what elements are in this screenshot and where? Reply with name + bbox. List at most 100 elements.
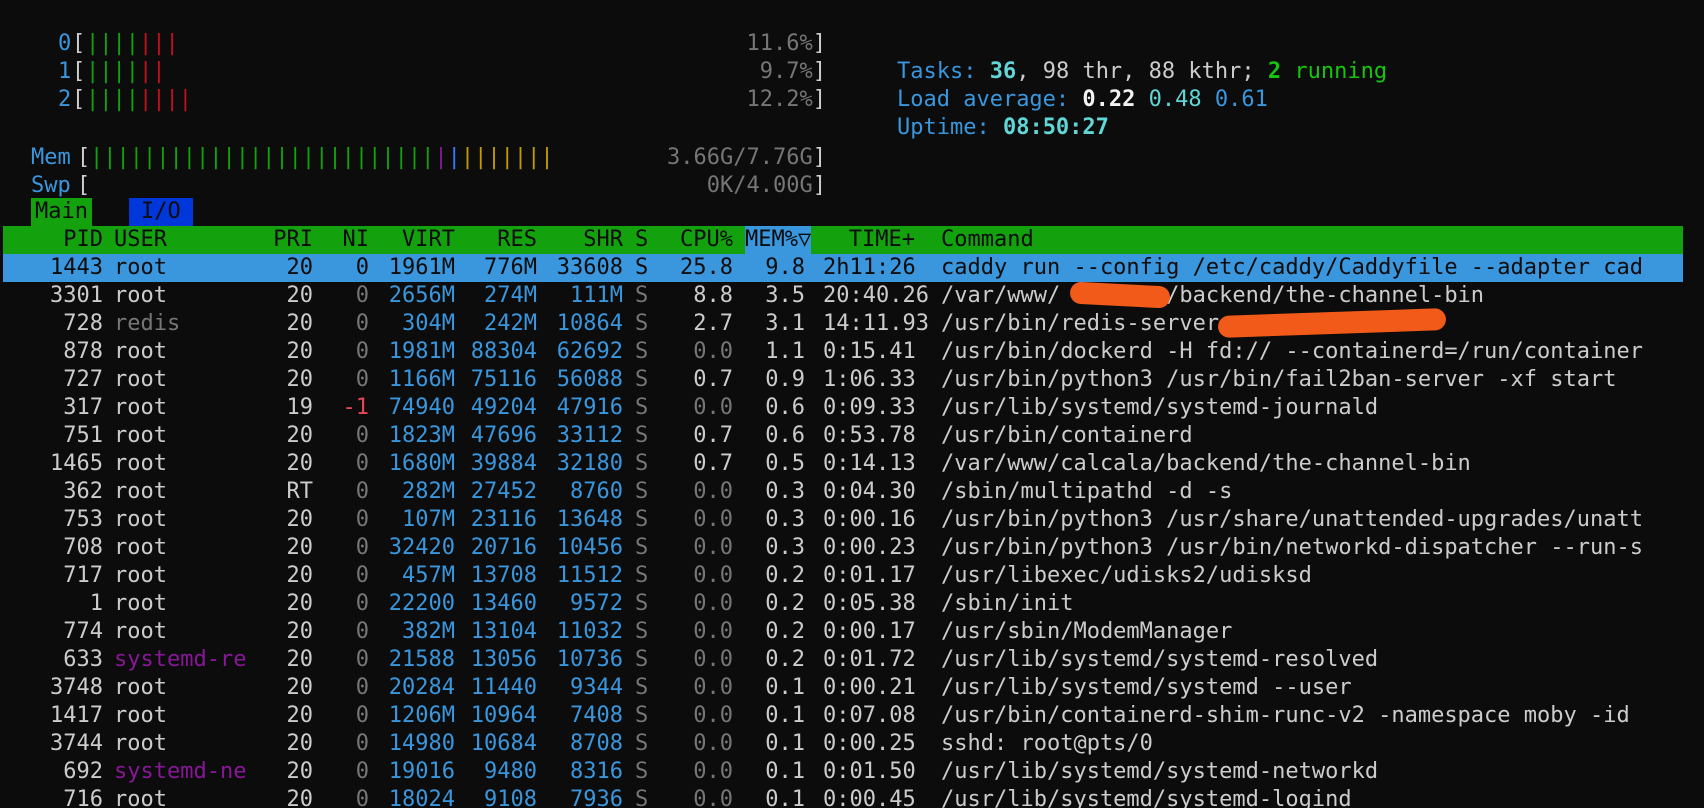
cell-virt: 14980 xyxy=(388,731,455,756)
cell-user: root xyxy=(114,535,167,560)
table-row[interactable]: 362 root RT 0 282M 27452 8760 S 0.0 0.3 0:04.30/sb… xyxy=(3,478,1683,506)
col-mem-sorted[interactable]: MEM%▽ xyxy=(745,226,812,254)
tab-main[interactable]: Main xyxy=(31,198,92,226)
table-row[interactable]: 1465 root 20 0 1680M 39884 32180 S 0.7 0.5 0:14.13… xyxy=(3,450,1683,478)
cell-state: S xyxy=(635,619,649,644)
table-row[interactable]: 3748 root 20 0 20284 11440 9344 S 0.0 0.1 0:00.21 /… xyxy=(3,674,1683,702)
col-pri[interactable]: PRI xyxy=(253,226,313,254)
cell-virt: 1166M xyxy=(388,367,455,392)
table-row[interactable]: 3301 root 20 0 2656M 274M 111M S 8.8 3.5 20:40.26 /… xyxy=(3,282,1683,310)
cell-state: S xyxy=(635,535,649,560)
col-time[interactable]: TIME+ xyxy=(823,226,915,254)
cell-cpu: 2.7 xyxy=(693,311,733,336)
table-row[interactable]: 728 redis 20 0 304M 242M 10864 S 2.7 3.1 14:11.93 /… xyxy=(3,310,1683,338)
cell-command: /usr/bin/python3 /usr/bin/networkd-dispa… xyxy=(941,535,1643,560)
cell-pid: 727 xyxy=(63,367,103,392)
cell-pri: 20 xyxy=(286,759,314,784)
cell-virt: 107M xyxy=(402,507,455,532)
table-row[interactable]: 716 root 20 0 18024 9108 7936 S 0.0 0.1 0:00.45/us… xyxy=(3,786,1683,808)
cell-pri: 20 xyxy=(286,563,314,588)
col-shr[interactable]: SHR xyxy=(545,226,623,254)
cell-mem: 0.6 xyxy=(765,423,805,448)
table-row[interactable]: 1417 root 20 0 1206M 10964 7408 S 0.0 0.1 0:07.08 /… xyxy=(3,702,1683,730)
col-ni[interactable]: NI xyxy=(323,226,370,254)
col-virt[interactable]: VIRT xyxy=(373,226,455,254)
cell-virt: 1981M xyxy=(388,339,455,364)
cell-cpu: 0.0 xyxy=(693,535,733,560)
cell-ni: 0 xyxy=(355,451,369,476)
cell-res: 88304 xyxy=(470,339,537,364)
cell-pri: 20 xyxy=(286,451,314,476)
cpu-label: 1 xyxy=(58,59,72,84)
cell-shr: 11032 xyxy=(556,619,623,644)
cell-state: S xyxy=(635,367,649,392)
cell-mem: 0.5 xyxy=(765,451,805,476)
cell-pri: 20 xyxy=(286,675,314,700)
cell-command: /usr/lib/systemd/systemd --user xyxy=(941,675,1352,700)
table-row[interactable]: 753 root 20 0 107M 23116 13648 S 0.0 0.3 0:00.16/u… xyxy=(3,506,1683,534)
table-row[interactable]: 633 systemd-re 20 0 21588 13056 10736 S 0.0 0.2 0:… xyxy=(3,646,1683,674)
cell-command: /usr/bin/containerd-shim-runc-v2 -namesp… xyxy=(941,703,1630,728)
cell-state: S xyxy=(635,451,649,476)
table-row[interactable]: 774 root 20 0 382M 13104 11032 S 0.0 0.2 0:00.17/u… xyxy=(3,618,1683,646)
cell-user: root xyxy=(114,423,167,448)
cell-cpu: 0.0 xyxy=(693,619,733,644)
cell-command: /usr/libexec/udisks2/udisksd xyxy=(941,563,1312,588)
col-cpu[interactable]: CPU% xyxy=(663,226,733,254)
table-row[interactable]: 751 root 20 0 1823M 47696 33112 S 0.7 0.6 0:53.78 /… xyxy=(3,422,1683,450)
cell-ni: 0 xyxy=(355,479,369,504)
cell-cpu: 0.0 xyxy=(693,339,733,364)
cell-time: 0:01.17 xyxy=(823,563,916,588)
cell-time: 0:00.16 xyxy=(823,507,916,532)
cell-virt: 1961M xyxy=(388,255,455,280)
cell-virt: 457M xyxy=(402,563,455,588)
cell-ni: 0 xyxy=(355,647,369,672)
col-state[interactable]: S xyxy=(635,226,648,254)
cell-mem: 0.2 xyxy=(765,563,805,588)
cell-ni: 0 xyxy=(355,311,369,336)
cell-pri: 20 xyxy=(286,311,314,336)
table-row[interactable]: 717 root 20 0 457M 13708 11512 S 0.0 0.2 0:01.17/u… xyxy=(3,562,1683,590)
cpu-meter-0: 0[||||||| 11.6%] xyxy=(0,30,830,58)
cell-command: /var/www/ /backend/the-channel-bin xyxy=(941,283,1485,308)
col-command[interactable]: Command xyxy=(941,226,1034,254)
col-user[interactable]: USER xyxy=(114,226,167,254)
table-row[interactable]: 3744 root 20 0 14980 10684 8708 S 0.0 0.1 0:00.25 s… xyxy=(3,730,1683,758)
cell-state: S xyxy=(635,675,649,700)
cell-time: 0:07.08 xyxy=(823,703,916,728)
cell-cpu: 25.8 xyxy=(680,255,733,280)
table-row[interactable]: 692 systemd-ne 20 0 19016 9480 8316 S 0.0 0.1 0:01… xyxy=(3,758,1683,786)
load-average: Load average: 0.22 0.48 0.61 xyxy=(844,58,1268,112)
cell-pid: 708 xyxy=(63,535,103,560)
col-res[interactable]: RES xyxy=(463,226,537,254)
cell-command: /usr/bin/dockerd -H fd:// --containerd=/… xyxy=(941,339,1643,364)
cpu-bracket-close: ] xyxy=(812,31,826,56)
col-pid[interactable]: PID xyxy=(3,226,103,254)
cell-res: 47696 xyxy=(470,423,537,448)
cell-res: 39884 xyxy=(470,451,537,476)
cell-virt: 1206M xyxy=(388,703,455,728)
cell-ni: 0 xyxy=(355,339,369,364)
table-row[interactable]: 708 root 20 0 32420 20716 10456 S 0.0 0.3 0:00.23 /… xyxy=(3,534,1683,562)
cell-pri: 19 xyxy=(286,395,314,420)
table-row[interactable]: 317 root 19 -1 74940 49204 47916 S 0.0 0.6 0:09.33… xyxy=(3,394,1683,422)
cell-virt: 21588 xyxy=(388,647,455,672)
cell-ni: 0 xyxy=(355,703,369,728)
swap-bracket-open: [ xyxy=(77,173,91,198)
cell-virt: 74940 xyxy=(388,395,455,420)
cell-command: /usr/bin/python3 /usr/share/unattended-u… xyxy=(941,507,1643,532)
cell-command: /sbin/multipathd -d -s xyxy=(941,479,1233,504)
cell-pri: 20 xyxy=(286,647,314,672)
table-row[interactable]: 727 root 20 0 1166M 75116 56088 S 0.7 0.9 1:06.33 /… xyxy=(3,366,1683,394)
cell-mem: 0.1 xyxy=(765,787,805,808)
tab-io[interactable]: I/O xyxy=(129,198,193,226)
cell-command: /usr/lib/systemd/systemd-logind xyxy=(941,787,1352,808)
cell-user: root xyxy=(114,619,167,644)
table-row[interactable]: 878 root 20 0 1981M 88304 62692 S 0.0 1.1 0:15.41 /… xyxy=(3,338,1683,366)
cell-shr: 9344 xyxy=(570,675,623,700)
cell-pri: RT xyxy=(286,479,314,504)
cell-res: 20716 xyxy=(470,535,537,560)
cell-user: root xyxy=(114,787,167,808)
table-row[interactable]: 1443 root 20 0 1961M 776M 33608 S 25.8 9.8 2h11:26… xyxy=(3,254,1683,282)
table-row[interactable]: 1 root 20 0 22200 13460 9572 S 0.0 0.2 0:05.38/sbi… xyxy=(3,590,1683,618)
